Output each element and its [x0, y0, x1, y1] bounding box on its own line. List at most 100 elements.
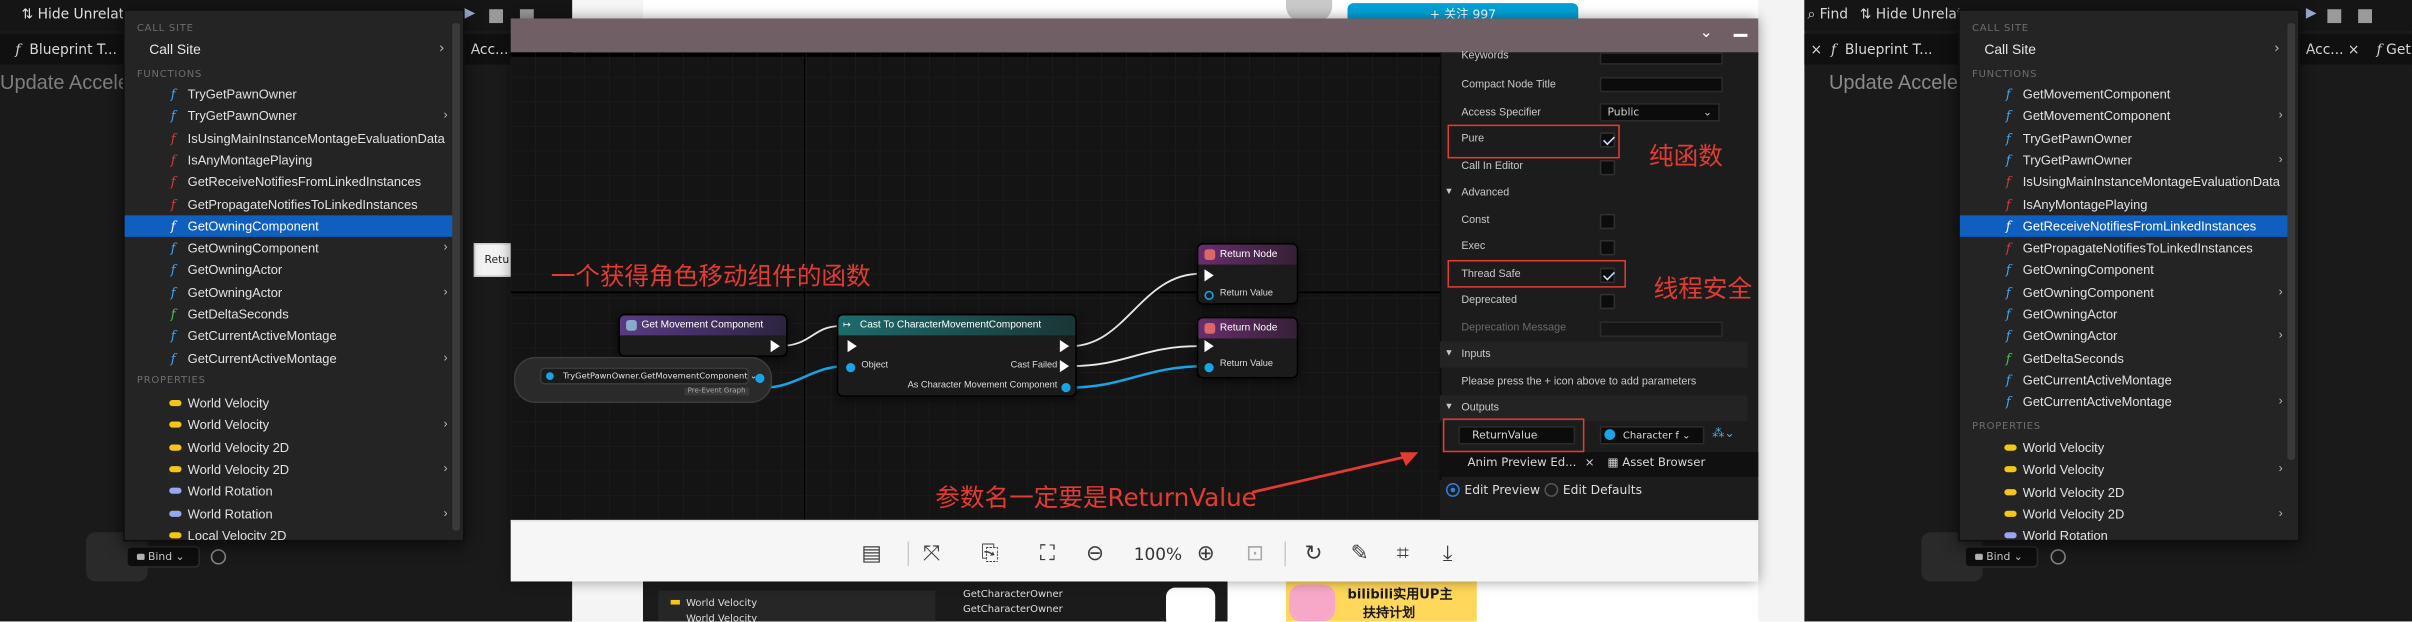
function-item[interactable]: f GetReceiveNotifiesFromLinkedInstances — [125, 171, 457, 193]
find-button[interactable]: ⌕ Find — [1807, 2, 1848, 30]
function-item[interactable]: f GetCurrentActiveMontage › — [1960, 391, 2292, 413]
function-item[interactable]: f TryGetPawnOwner — [125, 83, 457, 105]
property-item[interactable]: World Velocity 2D › — [125, 458, 457, 480]
function-item[interactable]: f IsAnyMontagePlaying — [125, 149, 457, 171]
function-item[interactable]: f GetOwningComponent › — [1960, 281, 2292, 303]
zoom-in-icon[interactable]: ⊕ — [1197, 538, 1215, 569]
function-item[interactable]: f GetCurrentActiveMontage › — [125, 347, 457, 369]
property-item[interactable]: World Velocity 2D › — [1960, 503, 2292, 525]
property-item[interactable]: World Velocity — [125, 392, 457, 414]
property-item[interactable]: World Velocity 2D — [1960, 481, 2292, 503]
access-specifier-dropdown[interactable]: Public ⌄ — [1599, 103, 1720, 122]
cast-exec-out-pin[interactable] — [1059, 339, 1070, 353]
right-tab-get[interactable]: f Get — [2377, 37, 2411, 65]
function-item[interactable]: f GetOwningActor — [1960, 303, 2292, 325]
advanced-section-header[interactable]: ▼ Advanced — [1440, 180, 1748, 206]
function-item[interactable]: f GetOwningActor › — [1960, 325, 2292, 347]
property-item[interactable]: World Velocity › — [125, 414, 457, 436]
property-item[interactable]: World Rotation — [1960, 525, 2292, 540]
function-item[interactable]: f TryGetPawnOwner › — [125, 105, 457, 127]
minimize-icon[interactable] — [1733, 33, 1748, 37]
cast-object-pin[interactable] — [846, 363, 856, 373]
right-menu-scrollbar[interactable] — [2287, 23, 2296, 460]
right-hide-unrelated-button[interactable]: ⇅ Hide Unrelate — [1860, 2, 1971, 30]
function-item[interactable]: f GetPropagateNotifiesToLinkedInstances — [1960, 237, 2292, 259]
actual-size-icon[interactable]: ⛶ — [1040, 538, 1055, 569]
function-item[interactable]: f GetMovementComponent — [1960, 83, 2292, 105]
const-checkbox[interactable] — [1599, 213, 1616, 230]
function-item[interactable]: f GetOwningComponent — [124, 215, 457, 238]
stop-icon[interactable] — [489, 9, 504, 24]
function-item[interactable]: f GetDeltaSeconds — [125, 303, 457, 325]
tab-anim-preview[interactable]: Anim Preview Ed... × — [1468, 455, 1595, 469]
cast-as-cmc-pin[interactable] — [1061, 383, 1071, 393]
right-call-site-item[interactable]: Call Site — [1984, 42, 2036, 57]
return-2-value-pin[interactable] — [1204, 363, 1214, 373]
compact-node-title-field[interactable] — [1599, 76, 1723, 93]
return-1-value-pin[interactable] — [1204, 290, 1214, 300]
right-play-icon[interactable]: ▶ — [2306, 6, 2317, 21]
bind-dropdown[interactable]: Bind ⌄ — [126, 546, 200, 568]
crop-icon[interactable]: ⌗ — [1397, 538, 1409, 569]
layout-icon[interactable]: ▤ — [861, 538, 881, 569]
exec-checkbox[interactable] — [1599, 239, 1616, 256]
property-item[interactable]: World Velocity — [1960, 437, 2292, 459]
return-1-exec-pin[interactable] — [1204, 269, 1214, 282]
variable-out-pin[interactable] — [755, 373, 765, 384]
property-item[interactable]: World Rotation › — [125, 502, 457, 524]
call-in-editor-checkbox[interactable] — [1599, 159, 1616, 176]
node-cast-to-cmc[interactable]: Cast To CharacterMovementComponent ↦ Obj… — [836, 313, 1077, 397]
inputs-section-header[interactable]: ▼ Inputs — [1439, 341, 1748, 368]
function-item[interactable]: f IsUsingMainInstanceMontageEvaluationDat… — [125, 127, 457, 149]
return-2-exec-pin[interactable] — [1204, 339, 1214, 353]
right-tab-acc[interactable]: Acc... × — [2306, 37, 2360, 65]
edit-icon[interactable]: ✎ — [1351, 538, 1369, 569]
function-item[interactable]: f GetOwningActor › — [125, 281, 457, 303]
keywords-field[interactable] — [1599, 52, 1723, 65]
node-get-movement-component[interactable]: Get Movement Component — [618, 313, 788, 357]
function-item[interactable]: f GetPropagateNotifiesToLinkedInstances — [125, 193, 457, 215]
tab-acc[interactable]: Acc... — [471, 37, 509, 65]
property-item[interactable]: Local Velocity 2D — [125, 524, 457, 540]
zoom-out-icon[interactable]: ⊖ — [1086, 538, 1104, 569]
edit-defaults-radio[interactable] — [1544, 483, 1559, 497]
deprecation-message-field[interactable] — [1599, 321, 1723, 337]
function-item[interactable]: f IsAnyMontagePlaying — [1960, 193, 2292, 215]
rotate-icon[interactable]: ↻ — [1304, 538, 1322, 569]
output-type-dropdown[interactable]: Character f ⌄ — [1599, 426, 1705, 445]
left-menu-scrollbar[interactable] — [452, 23, 460, 531]
ad-banner[interactable]: bilibili实用UP主 扶持计划 — [1285, 581, 1477, 622]
exec-out-pin[interactable] — [770, 339, 780, 353]
one-to-one-icon[interactable]: ⊡ — [1246, 538, 1264, 569]
function-item[interactable]: f IsUsingMainInstanceMontageEvaluationDat… — [1960, 171, 2292, 193]
cast-failed-pin[interactable] — [1059, 359, 1070, 373]
function-item[interactable]: f GetOwningComponent › — [125, 237, 457, 259]
cast-exec-in-pin[interactable] — [847, 339, 857, 353]
function-item[interactable]: f GetReceiveNotifiesFromLinkedInstances — [1959, 215, 2293, 238]
node-variable-get[interactable]: TryGetPawnOwner.GetMovementComponent ⌄ P… — [513, 356, 773, 404]
deprecated-checkbox[interactable] — [1599, 293, 1616, 310]
fit-screen-icon[interactable]: ⤧ — [923, 538, 940, 569]
edit-preview-radio[interactable] — [1445, 483, 1460, 497]
tab-blueprint[interactable]: f Blueprint T... — [15, 37, 117, 65]
property-item[interactable]: World Rotation — [125, 480, 457, 502]
function-item[interactable]: f TryGetPawnOwner › — [1960, 149, 2292, 171]
property-item[interactable]: World Velocity 2D — [125, 436, 457, 458]
function-item[interactable]: f GetCurrentActiveMontage — [1960, 369, 2292, 391]
bind-link-icon[interactable] — [210, 549, 227, 565]
right-bind-dropdown[interactable]: Bind ⌄ — [1964, 546, 2039, 568]
hide-unrelated-button[interactable]: ⇅ Hide Unrelate — [22, 2, 133, 30]
node-return-1[interactable]: Return Node Return Value — [1196, 243, 1299, 305]
download-icon[interactable]: ⤓ — [1443, 538, 1453, 569]
call-site-item[interactable]: Call Site — [149, 42, 201, 57]
property-item[interactable]: World Velocity › — [1960, 459, 2292, 481]
function-item[interactable]: f GetDeltaSeconds — [1960, 347, 2292, 369]
video-thumbnail[interactable]: World Velocity World Velocity GetCharact… — [642, 581, 1228, 622]
function-item[interactable]: f GetOwningComponent — [1960, 259, 2292, 281]
function-item[interactable]: f GetOwningActor — [125, 259, 457, 281]
right-stop-icon-2[interactable] — [2358, 9, 2372, 24]
variable-dropdown[interactable]: TryGetPawnOwner.GetMovementComponent ⌄ — [539, 367, 757, 385]
function-item[interactable]: f TryGetPawnOwner — [1960, 127, 2292, 149]
right-bind-link-icon[interactable] — [2050, 549, 2066, 565]
right-stop-icon[interactable] — [2327, 9, 2342, 24]
